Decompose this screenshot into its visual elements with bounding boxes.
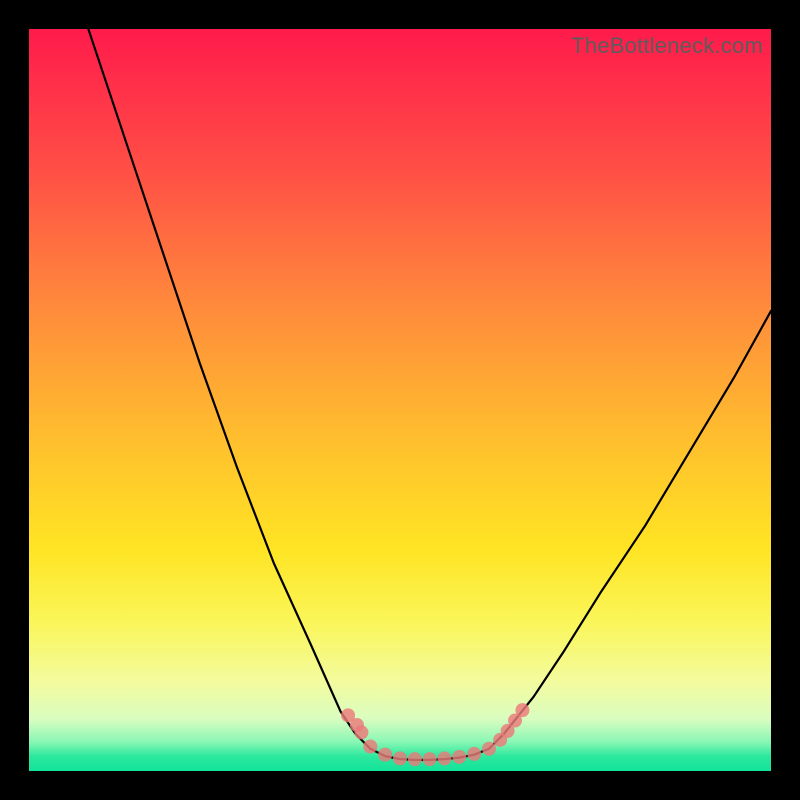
plot-area: TheBottleneck.com <box>29 29 771 771</box>
threshold-marker <box>363 740 377 754</box>
threshold-marker <box>515 703 529 717</box>
threshold-marker <box>423 752 437 766</box>
threshold-marker <box>438 751 452 765</box>
curve-layer <box>29 29 771 771</box>
threshold-marker <box>354 725 368 739</box>
chart-frame: TheBottleneck.com <box>0 0 800 800</box>
curve-right-arm <box>489 311 771 749</box>
threshold-marker <box>378 748 392 762</box>
threshold-marker <box>467 747 481 761</box>
threshold-markers <box>341 703 529 766</box>
threshold-marker <box>452 750 466 764</box>
threshold-marker <box>393 751 407 765</box>
threshold-marker <box>408 752 422 766</box>
curve-left-arm <box>88 29 370 749</box>
threshold-marker <box>482 742 496 756</box>
